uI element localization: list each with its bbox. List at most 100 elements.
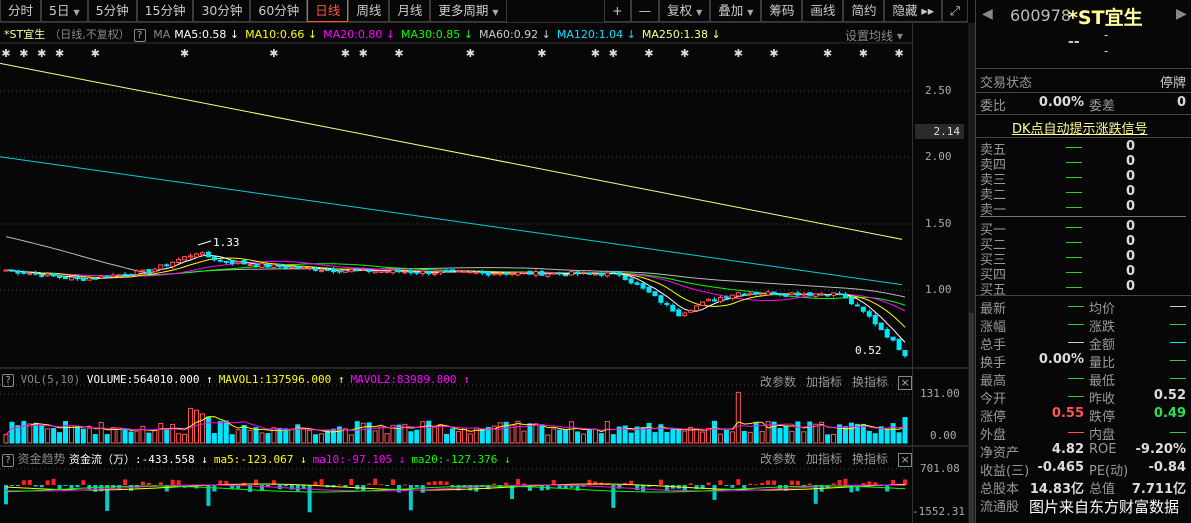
scrollbar[interactable] [968,23,975,523]
flow-bar [63,485,68,486]
volume-bar [646,422,652,444]
stat-dash [1170,360,1186,361]
volume-bar [455,431,461,444]
volume-bar [598,433,604,444]
flow-bar [718,480,723,485]
add-indicator-button[interactable]: 加指标 [806,375,842,389]
volume-bar [289,428,295,444]
candle-body [313,267,319,271]
candle-body [878,322,884,331]
flow-bar [158,482,163,485]
stat-label: 总股本 [980,482,1020,497]
sell-level[interactable]: 卖三 0 [976,169,1191,188]
stat-label: 流通股 [980,500,1020,515]
flow-bar [349,479,354,485]
candle-body [753,291,759,295]
candle-body [521,271,527,274]
buy-level[interactable]: 买五 0 [976,279,1191,298]
volume-bar [63,421,69,444]
candle-body [432,272,438,275]
close-icon[interactable]: × [898,376,913,390]
volume-bar [652,432,658,444]
next-stock-icon[interactable]: ▶ [1176,6,1187,22]
volume-bar [670,427,676,444]
close-icon[interactable]: × [898,453,913,467]
legend-value: ma10:-97.105 ↓ [312,453,406,466]
candle-body [146,269,152,274]
scrollbar-thumb[interactable] [969,313,974,523]
candle-body [777,293,783,296]
flow-bar [414,485,419,488]
stock-code: 600978 [1010,6,1072,25]
stat-dash [1170,432,1186,433]
volume-bar [360,422,366,444]
candle-body [658,295,664,303]
flow-bar [551,480,556,485]
candle-body [426,271,432,275]
volume-bar [128,431,134,444]
flow-bar [15,485,20,486]
candle-body [420,270,426,275]
stock-title: *ST宜生 [1068,7,1143,29]
buy-level[interactable]: 买四 0 [976,264,1191,283]
candle-body [616,271,622,276]
candle-body [801,293,807,296]
candle-body [354,268,360,271]
candle-body [33,272,39,275]
help-button[interactable]: ? [2,454,14,467]
stat-dash [1170,324,1186,325]
price-axis [912,23,968,523]
wb-value: 0.00% [1038,95,1084,110]
prev-stock-icon[interactable]: ◀ [982,6,993,22]
low-price-label: 0.52 [855,344,882,357]
candle-body [438,270,444,274]
candle-body [116,274,122,277]
kline-chart[interactable]: ✱ ✱ ✱ ✱ ✱ ✱ ✱ ✱ ✱ ✱ ✱ ✱ ✱ ✱ ✱ ✱ ✱ ✱ ✱ ✱ ✱ 1.33 0.52 [0,0,968,523]
dk-signal-link[interactable]: DK点自动提示涨跌信号 [1012,118,1148,137]
candle-body [176,258,182,263]
sell-level[interactable]: 卖四 0 [976,154,1191,173]
flow-bar [611,485,616,508]
volume-bar [229,434,235,444]
flow-bar [688,483,693,485]
buy-level[interactable]: 买二 0 [976,234,1191,253]
candle-body [402,271,408,274]
candle-body [372,270,378,274]
volume-bar [694,429,700,444]
volume-bar [74,426,80,444]
flow-bar [438,481,443,485]
candle-body [455,270,461,273]
flow-bar [843,478,848,485]
add-indicator-button[interactable]: 加指标 [806,452,842,466]
volume-bar [551,428,557,444]
candle-body [271,264,277,269]
edit-params-button[interactable]: 改参数 [760,375,796,389]
flow-bar [75,485,80,488]
flow-bar [492,483,497,485]
buy-level[interactable]: 买三 0 [976,249,1191,268]
candle-body [819,293,825,296]
switch-indicator-button[interactable]: 换指标 [852,375,888,389]
volume-bar [848,422,854,444]
buy-level[interactable]: 买一 0 [976,219,1191,238]
candle-body [860,306,866,312]
volume-bar [15,425,21,444]
candle-body [515,271,521,276]
flow-bar [93,485,98,492]
signal-marker: ✱ [591,47,600,60]
sell-level[interactable]: 卖五 0 [976,139,1191,158]
sell-level[interactable]: 卖一 0 [976,199,1191,218]
flow-bar [21,480,26,485]
sell-level[interactable]: 卖二 0 [976,184,1191,203]
switch-indicator-button[interactable]: 换指标 [852,452,888,466]
edit-params-button[interactable]: 改参数 [760,452,796,466]
candle-body [634,282,640,285]
help-button[interactable]: ? [2,374,14,387]
signal-marker: ✱ [19,47,28,60]
volume-bar [569,421,575,444]
candle-body [807,292,813,296]
candle-body [194,253,200,258]
candle-body [384,270,390,273]
volume-bar [408,431,414,444]
volume-bar [21,420,27,444]
